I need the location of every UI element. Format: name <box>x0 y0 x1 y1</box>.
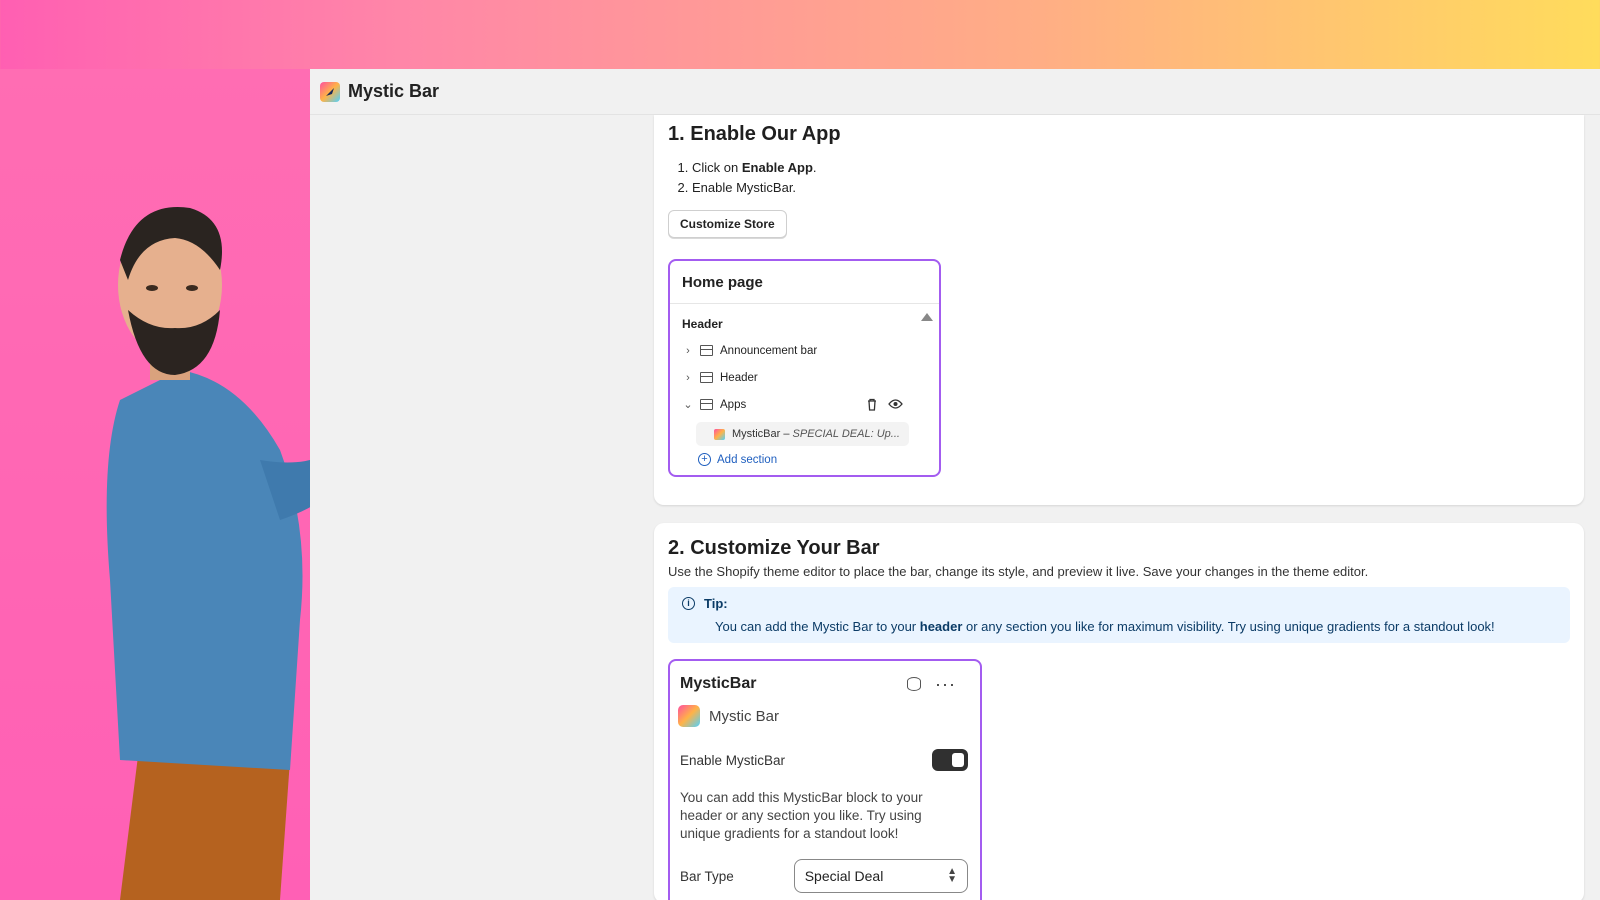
mysticbar-app-block[interactable]: MysticBar – SPECIAL DEAL: Up... <box>696 422 909 446</box>
plus-circle-icon: + <box>698 453 711 466</box>
customize-store-button[interactable]: Customize Store <box>668 210 787 238</box>
tip-banner: i Tip: You can add the Mystic Bar to you… <box>668 587 1570 643</box>
panel-description: You can add this MysticBar block to your… <box>680 790 923 841</box>
section-icon <box>700 372 713 383</box>
enable-steps-list: Click on Enable App. Enable MysticBar. <box>692 158 1568 198</box>
customize-bar-card: 2. Customize Your Bar Use the Shopify th… <box>654 523 1584 900</box>
updown-chevron-icon: ▲ ▼ <box>947 866 957 885</box>
panel-title: Home page <box>670 261 939 304</box>
bar-type-label: Bar Type <box>680 868 734 884</box>
brand-name: Mystic Bar <box>709 707 780 725</box>
row-header[interactable]: › Header <box>670 364 939 391</box>
toggle-label: Enable MysticBar <box>680 752 786 768</box>
panel-title: MysticBar <box>680 675 757 692</box>
scroll-up-icon[interactable] <box>921 313 933 321</box>
chevron-right-icon[interactable]: › <box>682 372 694 384</box>
section-icon <box>700 399 713 410</box>
app-window: Mystic Bar 1. Enable Our App Click on En… <box>310 69 1600 900</box>
database-icon[interactable] <box>907 677 922 691</box>
trash-icon[interactable] <box>866 398 878 411</box>
mystic-bar-logo-icon <box>714 428 725 440</box>
app-title: Mystic Bar <box>348 81 440 101</box>
tip-body: You can add the Mystic Bar to your heade… <box>715 619 1495 634</box>
app-header: Mystic Bar <box>310 69 1600 115</box>
chevron-right-icon[interactable]: › <box>682 345 694 357</box>
mystic-bar-logo-icon <box>320 81 340 102</box>
row-announcement-bar[interactable]: › Announcement bar <box>670 337 939 364</box>
mystic-bar-logo-icon <box>678 705 700 727</box>
header-group-label: Header <box>682 317 723 331</box>
chevron-down-icon[interactable]: ⌄ <box>682 398 694 411</box>
section2-heading: 2. Customize Your Bar <box>668 537 880 559</box>
mysticbar-block-panel: MysticBar ··· Mystic Bar Enable MysticBa… <box>668 659 982 900</box>
bar-type-select[interactable]: Special Deal ▲ ▼ <box>793 859 968 893</box>
tip-title: Tip: <box>704 596 728 611</box>
step-2: Enable MysticBar. <box>692 178 1568 198</box>
home-page-panel: Home page Header › Announcement bar › He… <box>668 259 941 477</box>
row-apps[interactable]: ⌄ Apps <box>670 391 939 418</box>
enable-app-card: 1. Enable Our App Click on Enable App. E… <box>654 115 1584 505</box>
eye-icon[interactable] <box>888 398 903 410</box>
add-section-link[interactable]: + Add section <box>670 446 939 466</box>
section1-heading: 1. Enable Our App <box>668 123 841 145</box>
section2-description: Use the Shopify theme editor to place th… <box>668 564 1369 579</box>
info-icon: i <box>682 597 695 610</box>
enable-mysticbar-toggle[interactable] <box>932 749 968 771</box>
section-icon <box>700 345 713 356</box>
more-options-icon[interactable]: ··· <box>935 675 956 693</box>
step-1: Click on Enable App. <box>692 158 1568 178</box>
